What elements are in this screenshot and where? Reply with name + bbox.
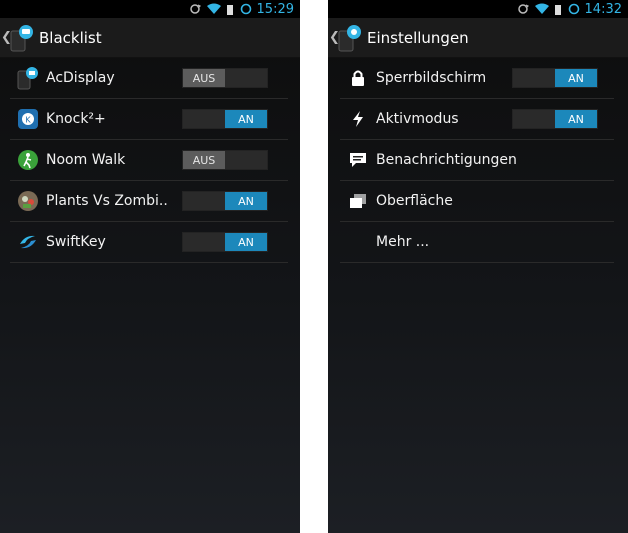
knock-icon: K <box>16 107 40 131</box>
toggle-switch[interactable]: AN <box>182 232 268 252</box>
toggle-switch[interactable]: AUS <box>182 68 268 88</box>
plants-vs-zombies-icon <box>16 189 40 213</box>
list-item-label: SwiftKey <box>46 234 106 250</box>
status-bar: 15:29 <box>0 0 300 18</box>
status-bar: 14:32 <box>328 0 628 18</box>
settings-item-label: Benachrichtigungen <box>376 152 517 168</box>
settings-item-label: Oberfläche <box>376 193 453 209</box>
lock-icon <box>346 66 370 90</box>
signal-icon <box>554 0 563 19</box>
toggle-label: AN <box>225 110 267 128</box>
wifi-icon <box>206 0 222 19</box>
toggle-switch[interactable]: AN <box>182 191 268 211</box>
action-bar: ❮ Einstellungen <box>328 18 628 58</box>
acdisplay-icon <box>16 66 40 90</box>
back-chevron-icon[interactable]: ❮ <box>329 30 340 45</box>
action-bar: ❮ Blacklist <box>0 18 300 58</box>
lightning-icon <box>346 107 370 131</box>
settings-list: Sperrbildschirm AN Aktivmodus AN Benachr… <box>340 58 614 263</box>
settings-item-label: Mehr ... <box>376 234 430 250</box>
list-item-label: Knock²+ <box>46 111 106 127</box>
toggle-switch[interactable]: AUS <box>182 150 268 170</box>
list-item[interactable]: K Knock²+ AN <box>10 99 288 140</box>
list-item[interactable]: AcDisplay AUS <box>10 58 288 99</box>
settings-item-label: Aktivmodus <box>376 111 459 127</box>
toggle-label: AUS <box>183 151 225 169</box>
toggle-switch[interactable]: AN <box>512 109 598 129</box>
layers-icon <box>346 189 370 213</box>
battery-icon <box>240 0 252 19</box>
status-time: 15:29 <box>256 1 294 17</box>
empty-icon-slot <box>346 230 370 254</box>
svg-text:K: K <box>25 116 31 125</box>
phone-screen-blacklist: 15:29 ❮ Blacklist AcDisplay AUS K Knock²… <box>0 0 300 533</box>
settings-item-oberflaeche[interactable]: Oberfläche <box>340 181 614 222</box>
toggle-switch[interactable]: AN <box>512 68 598 88</box>
list-item-label: Noom Walk <box>46 152 126 168</box>
settings-item-label: Sperrbildschirm <box>376 70 487 86</box>
settings-item-sperrbildschirm[interactable]: Sperrbildschirm AN <box>340 58 614 99</box>
list-item-label: AcDisplay <box>46 70 115 86</box>
notification-icon <box>346 148 370 172</box>
list-item[interactable]: Noom Walk AUS <box>10 140 288 181</box>
acdisplay-app-icon[interactable] <box>337 23 363 53</box>
acdisplay-app-icon[interactable] <box>9 23 35 53</box>
status-time: 14:32 <box>584 1 622 17</box>
settings-item-mehr[interactable]: Mehr ... <box>340 222 614 263</box>
toggle-switch[interactable]: AN <box>182 109 268 129</box>
sync-icon <box>517 0 529 19</box>
list-item[interactable]: SwiftKey AN <box>10 222 288 263</box>
page-title: Einstellungen <box>367 28 469 47</box>
swiftkey-icon <box>16 230 40 254</box>
settings-item-benachrichtigungen[interactable]: Benachrichtigungen <box>340 140 614 181</box>
list-item[interactable]: Plants Vs Zombi.. AN <box>10 181 288 222</box>
battery-icon <box>568 0 580 19</box>
settings-item-aktivmodus[interactable]: Aktivmodus AN <box>340 99 614 140</box>
noom-walk-icon <box>16 148 40 172</box>
signal-icon <box>226 0 235 19</box>
phone-screen-einstellungen: 14:32 ❮ Einstellungen Sperrbildschirm AN <box>328 0 628 533</box>
toggle-label: AN <box>555 69 597 87</box>
list-item-label: Plants Vs Zombi.. <box>46 193 168 209</box>
sync-icon <box>189 0 201 19</box>
wifi-icon <box>534 0 550 19</box>
blacklist-list: AcDisplay AUS K Knock²+ AN Noom Walk AUS <box>10 58 288 263</box>
toggle-label: AN <box>225 233 267 251</box>
toggle-label: AUS <box>183 69 225 87</box>
back-chevron-icon[interactable]: ❮ <box>1 30 12 45</box>
toggle-label: AN <box>555 110 597 128</box>
toggle-label: AN <box>225 192 267 210</box>
page-title: Blacklist <box>39 28 102 47</box>
